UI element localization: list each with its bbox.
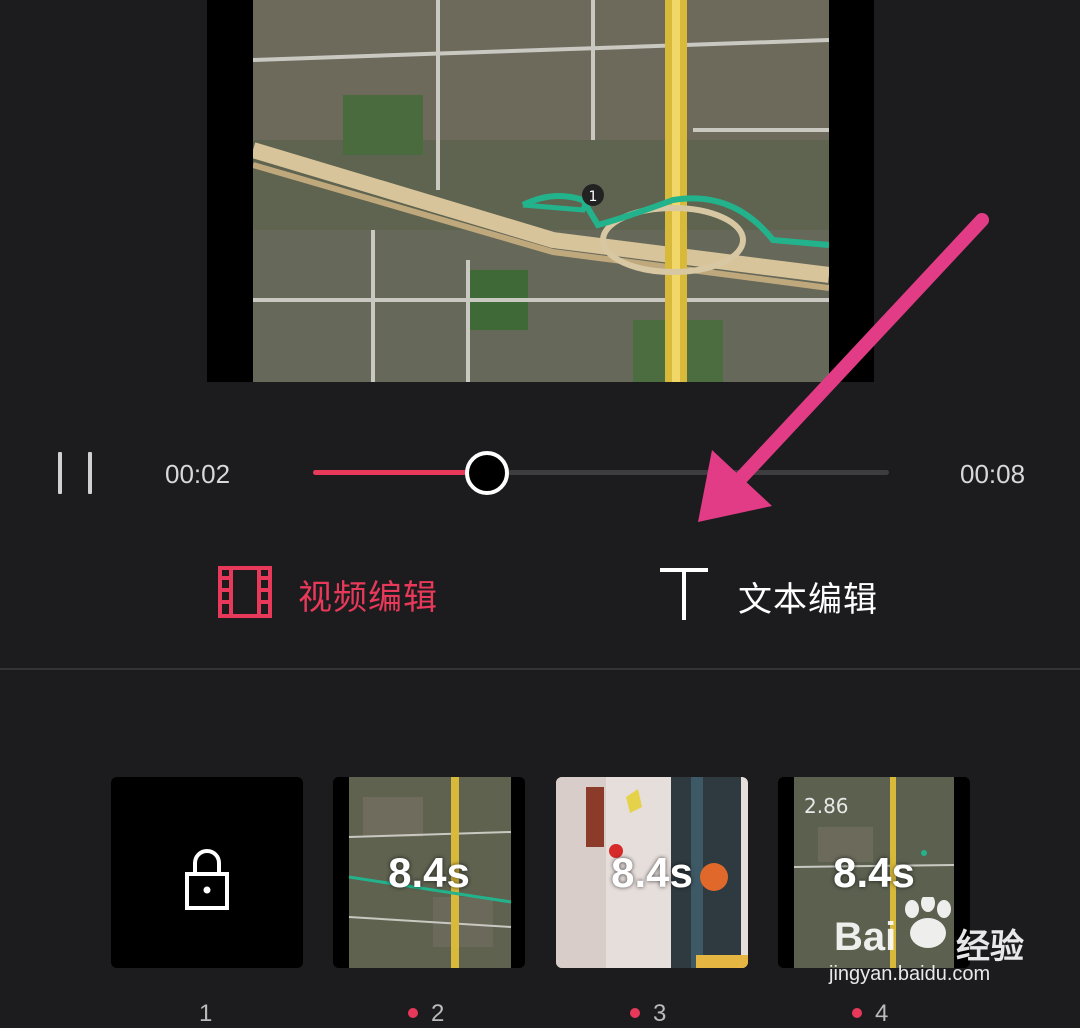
preview-frame-map: 1 [253, 0, 829, 382]
clip-2-dot [408, 1008, 418, 1018]
pause-button[interactable] [52, 452, 100, 496]
current-time: 00:02 [165, 459, 231, 489]
progress-thumb[interactable] [464, 451, 509, 495]
section-divider [0, 668, 1080, 670]
tab-text-edit-label: 文本编辑 [738, 581, 878, 619]
clip-3-duration: 8.4s [611, 849, 693, 896]
video-preview[interactable]: 1 [207, 0, 874, 382]
tab-video-edit-label: 视频编辑 [298, 579, 438, 617]
clip-1-index: 1 [199, 1000, 213, 1027]
baidu-jingyan-watermark: Bai 经验 jingyan.baidu.com [826, 895, 1036, 995]
clip-2-duration: 8.4s [388, 849, 470, 896]
clip-3-index: 3 [653, 1000, 667, 1027]
film-icon [218, 566, 272, 623]
tab-text-edit[interactable]: 文本编辑 [658, 566, 878, 627]
total-time: 00:08 [960, 459, 1026, 489]
watermark-url: jingyan.baidu.com [829, 963, 991, 985]
watermark-brand-suffix: 经验 [956, 928, 1024, 966]
clip-3-dot [630, 1008, 640, 1018]
clip-1-locked[interactable] [111, 777, 303, 968]
clip-4-index: 4 [875, 1000, 889, 1027]
progress-track[interactable] [313, 470, 889, 475]
clip-4-duration: 8.4s [833, 849, 915, 896]
tab-video-edit[interactable]: 视频编辑 [218, 566, 438, 623]
lock-icon [111, 849, 303, 968]
clip-2-index: 2 [431, 1000, 445, 1027]
clip-3[interactable]: 8.4s [556, 777, 748, 968]
progress-fill [313, 470, 469, 475]
text-t-icon [658, 566, 710, 627]
clip-4-overlay-text: 2.86 [804, 794, 849, 818]
clip-4-dot [852, 1008, 862, 1018]
watermark-brand: Bai [834, 915, 897, 959]
clip-2[interactable]: 8.4s [333, 777, 525, 968]
paw-icon [905, 897, 951, 948]
map-marker-label: 1 [589, 189, 598, 205]
